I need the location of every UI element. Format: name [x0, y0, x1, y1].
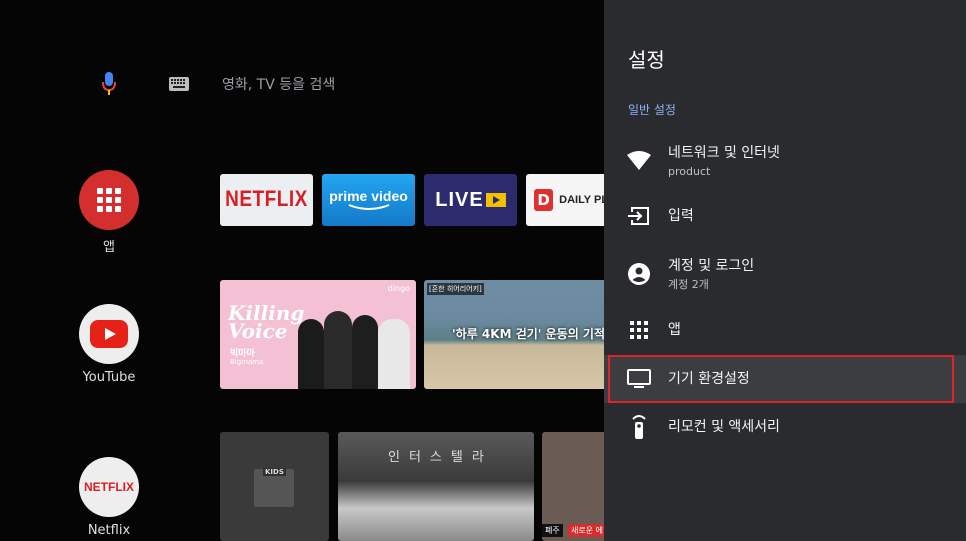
settings-item-apps[interactable]: 앱 — [604, 306, 966, 354]
app-tile-label: prime video — [329, 188, 408, 204]
side-app-youtube[interactable]: YouTube — [79, 304, 139, 385]
settings-item-sub: 계정 2개 — [668, 277, 709, 291]
app-tile-label: NETFLIX — [225, 187, 308, 212]
home-screen: 영화, TV 등을 검색 앱 YouTube NETFLIX Netflix N… — [0, 0, 604, 541]
settings-title: 설정 — [628, 48, 665, 72]
content-tile-show[interactable]: 폐주 새로운 에 — [542, 432, 604, 541]
daily-play-logo-icon: D — [534, 189, 554, 211]
settings-item-label: 계정 및 로그인 — [668, 257, 755, 274]
tile-title: 인터스텔라 — [388, 450, 493, 465]
tile-title: Killing Voice — [228, 301, 305, 343]
youtube-logo-icon — [79, 304, 139, 364]
search-bar: 영화, TV 등을 검색 — [96, 70, 335, 98]
content-tile-walking[interactable]: [흔한 히어리어키] '하루 4KM 걷기' 운동의 기적 — [424, 280, 604, 389]
person-figure — [324, 311, 352, 389]
tile-badge: 폐주 — [542, 524, 563, 537]
content-tile-kids[interactable]: KIDS — [220, 432, 329, 541]
apps-grid-icon — [627, 318, 651, 342]
side-app-label: YouTube — [82, 370, 136, 385]
app-tile-netflix[interactable]: NETFLIX — [220, 174, 313, 226]
selection-highlight-frame — [608, 355, 954, 403]
settings-item-label: 입력 — [668, 208, 694, 224]
app-tile-label: DAILY PLA — [559, 194, 604, 206]
app-tile-live[interactable]: LIVE — [424, 174, 517, 226]
content-tile-killing-voice[interactable]: dingo Killing Voice 빅마마 Bigmama — [220, 280, 416, 389]
settings-item-account[interactable]: 계정 및 로그인 계정 2개 — [604, 250, 966, 298]
tile-artist-en: Bigmama — [230, 358, 264, 366]
settings-item-label: 앱 — [668, 322, 681, 338]
app-tile-label: LIVE — [435, 188, 484, 211]
side-app-netflix[interactable]: NETFLIX Netflix — [79, 457, 139, 538]
settings-item-sub: product — [668, 164, 711, 178]
account-circle-icon — [627, 262, 651, 286]
person-figure — [378, 319, 410, 389]
person-figure — [352, 315, 378, 389]
settings-item-remote[interactable]: 리모컨 및 액세서리 — [604, 403, 966, 451]
person-figure — [298, 319, 324, 389]
app-tile-daily-play[interactable]: D DAILY PLA — [526, 174, 604, 226]
settings-panel: 설정 일반 설정 네트워크 및 인터넷 product 입력 계정 및 로그인 … — [604, 0, 966, 541]
input-icon — [627, 204, 651, 228]
tile-tag: [흔한 히어리어키] — [427, 283, 484, 295]
app-tile-prime-video[interactable]: prime video — [322, 174, 415, 226]
settings-item-label: 리모컨 및 액세서리 — [668, 419, 780, 435]
side-app-label: Netflix — [87, 523, 131, 538]
apps-grid-icon — [79, 170, 139, 230]
microphone-icon[interactable] — [96, 70, 122, 98]
section-label: 일반 설정 — [628, 103, 676, 117]
tile-caption: '하루 4KM 걷기' 운동의 기적 — [452, 327, 604, 341]
tile-label: KIDS — [263, 468, 286, 476]
tile-badge: 새로운 에 — [568, 524, 604, 537]
settings-item-network[interactable]: 네트워크 및 인터넷 product — [604, 137, 966, 185]
netflix-logo-icon: NETFLIX — [79, 457, 139, 517]
amazon-smile-icon — [348, 204, 389, 210]
keyboard-icon[interactable] — [168, 76, 190, 92]
tile-brand: dingo — [387, 284, 410, 293]
side-app-label: 앱 — [103, 240, 115, 255]
content-tile-interstellar[interactable]: 인터스텔라 — [338, 432, 534, 541]
settings-item-label: 네트워크 및 인터넷 — [668, 144, 780, 161]
side-app-apps[interactable]: 앱 — [79, 170, 139, 255]
remote-icon — [627, 415, 651, 439]
wifi-icon — [627, 149, 651, 173]
settings-item-input[interactable]: 입력 — [604, 192, 966, 240]
search-placeholder[interactable]: 영화, TV 등을 검색 — [222, 74, 335, 94]
play-badge-icon — [485, 193, 506, 207]
